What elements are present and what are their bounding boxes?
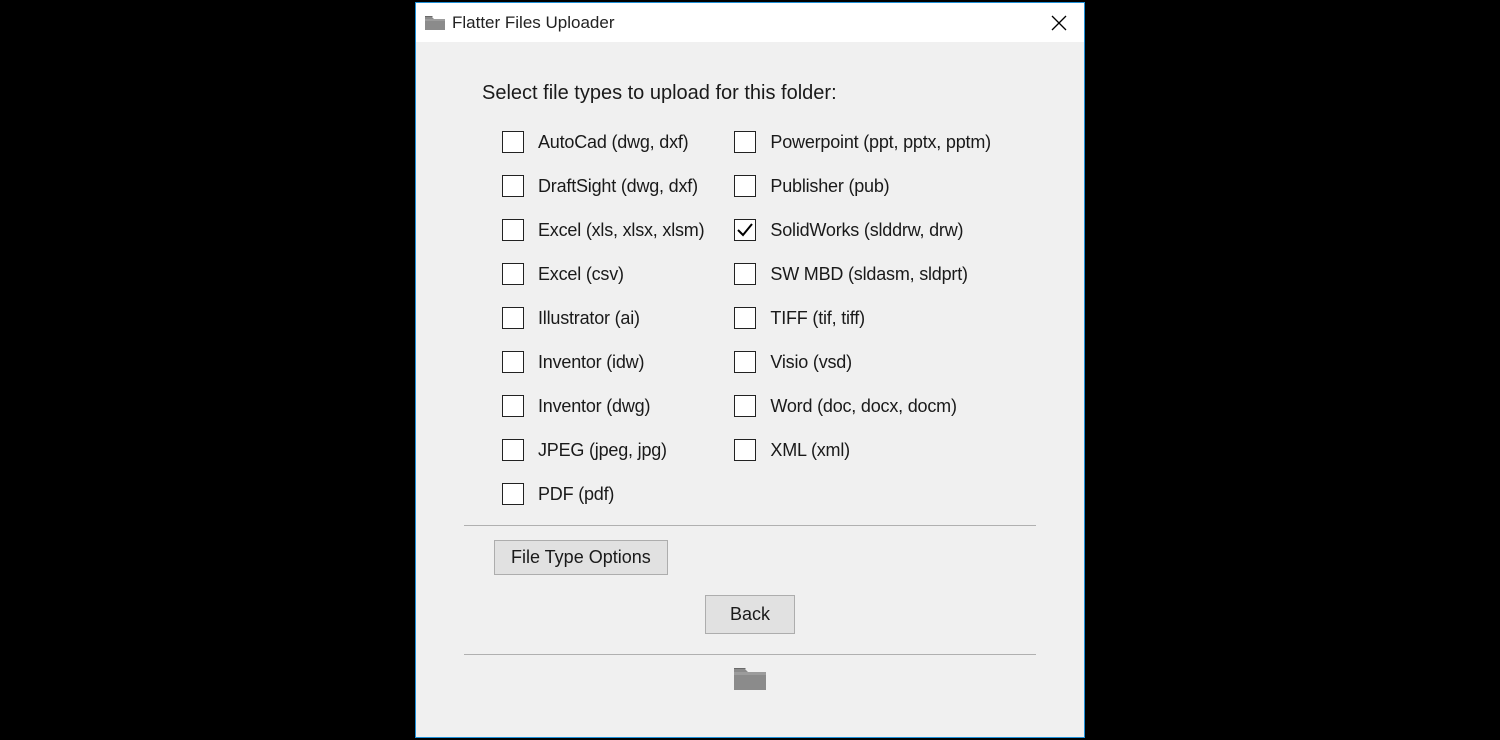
- file-type-options-button[interactable]: File Type Options: [494, 540, 668, 575]
- checkbox-box[interactable]: [734, 395, 756, 417]
- titlebar: Flatter Files Uploader: [416, 3, 1084, 42]
- checkbox-box[interactable]: [502, 131, 524, 153]
- checkbox-word-doc-docx-docm[interactable]: Word (doc, docx, docm): [734, 395, 991, 417]
- checkbox-box[interactable]: [734, 351, 756, 373]
- checkbox-box[interactable]: [734, 263, 756, 285]
- checkbox-label: DraftSight (dwg, dxf): [538, 176, 698, 197]
- checkbox-autocad-dwg-dxf[interactable]: AutoCad (dwg, dxf): [502, 131, 704, 153]
- right-column: Powerpoint (ppt, pptx, pptm) Publisher (p…: [734, 131, 991, 505]
- checkbox-box[interactable]: [502, 175, 524, 197]
- checkbox-tiff-tif-tiff[interactable]: TIFF (tif, tiff): [734, 307, 991, 329]
- checkbox-box[interactable]: [734, 307, 756, 329]
- checkbox-label: Visio (vsd): [770, 352, 852, 373]
- checkbox-label: Illustrator (ai): [538, 308, 640, 329]
- checkbox-excel-xls-xlsx-xlsm[interactable]: Excel (xls, xlsx, xlsm): [502, 219, 704, 241]
- checkbox-label: XML (xml): [770, 440, 850, 461]
- folder-icon: [733, 665, 767, 691]
- checkbox-box[interactable]: [502, 351, 524, 373]
- checkbox-illustrator-ai[interactable]: Illustrator (ai): [502, 307, 704, 329]
- left-column: AutoCad (dwg, dxf) DraftSight (dwg, dxf) E…: [502, 131, 704, 505]
- checkbox-inventor-idw[interactable]: Inventor (idw): [502, 351, 704, 373]
- checkbox-label: JPEG (jpeg, jpg): [538, 440, 667, 461]
- checkbox-label: SolidWorks (slddrw, drw): [770, 220, 963, 241]
- checkbox-box[interactable]: [734, 131, 756, 153]
- checkbox-box[interactable]: [502, 395, 524, 417]
- window-title: Flatter Files Uploader: [452, 13, 1034, 33]
- back-row: Back: [446, 595, 1054, 634]
- checkbox-label: Inventor (idw): [538, 352, 644, 373]
- checkbox-pdf-pdf[interactable]: PDF (pdf): [502, 483, 704, 505]
- checkbox-xml-xml[interactable]: XML (xml): [734, 439, 991, 461]
- checkbox-box[interactable]: [502, 307, 524, 329]
- close-button[interactable]: [1034, 3, 1084, 42]
- heading: Select file types to upload for this fol…: [482, 82, 1054, 105]
- checkbox-excel-csv[interactable]: Excel (csv): [502, 263, 704, 285]
- checkbox-label: TIFF (tif, tiff): [770, 308, 864, 329]
- checkbox-label: PDF (pdf): [538, 484, 614, 505]
- uploader-window: Flatter Files Uploader Select file types…: [415, 2, 1085, 738]
- checkbox-box[interactable]: [502, 483, 524, 505]
- back-button[interactable]: Back: [705, 595, 795, 634]
- checkbox-label: Excel (xls, xlsx, xlsm): [538, 220, 704, 241]
- checkbox-publisher-pub[interactable]: Publisher (pub): [734, 175, 991, 197]
- checkbox-box[interactable]: [502, 219, 524, 241]
- checkbox-label: Word (doc, docx, docm): [770, 396, 956, 417]
- folder-icon: [424, 14, 446, 31]
- checkbox-visio-vsd[interactable]: Visio (vsd): [734, 351, 991, 373]
- checkbox-powerpoint-ppt-pptx-pptm[interactable]: Powerpoint (ppt, pptx, pptm): [734, 131, 991, 153]
- checkbox-box[interactable]: [734, 219, 756, 241]
- checkbox-label: Powerpoint (ppt, pptx, pptm): [770, 132, 991, 153]
- checkbox-box[interactable]: [734, 439, 756, 461]
- checkbox-label: Inventor (dwg): [538, 396, 650, 417]
- checkbox-label: SW MBD (sldasm, sldprt): [770, 264, 967, 285]
- dialog-content: Select file types to upload for this fol…: [416, 42, 1084, 737]
- filetype-columns: AutoCad (dwg, dxf) DraftSight (dwg, dxf) E…: [502, 131, 1054, 505]
- checkbox-label: Excel (csv): [538, 264, 624, 285]
- footer: [446, 655, 1054, 691]
- checkbox-inventor-dwg[interactable]: Inventor (dwg): [502, 395, 704, 417]
- checkbox-box[interactable]: [502, 263, 524, 285]
- checkbox-draftsight-dwg-dxf[interactable]: DraftSight (dwg, dxf): [502, 175, 704, 197]
- checkbox-solidworks-slddrw-drw[interactable]: SolidWorks (slddrw, drw): [734, 219, 991, 241]
- options-row: File Type Options: [494, 540, 1054, 575]
- checkbox-label: Publisher (pub): [770, 176, 889, 197]
- divider: [464, 525, 1036, 526]
- checkbox-box[interactable]: [734, 175, 756, 197]
- checkbox-label: AutoCad (dwg, dxf): [538, 132, 688, 153]
- checkbox-jpeg-jpeg-jpg[interactable]: JPEG (jpeg, jpg): [502, 439, 704, 461]
- checkbox-sw-mbd-sldasm-sldprt[interactable]: SW MBD (sldasm, sldprt): [734, 263, 991, 285]
- checkbox-box[interactable]: [502, 439, 524, 461]
